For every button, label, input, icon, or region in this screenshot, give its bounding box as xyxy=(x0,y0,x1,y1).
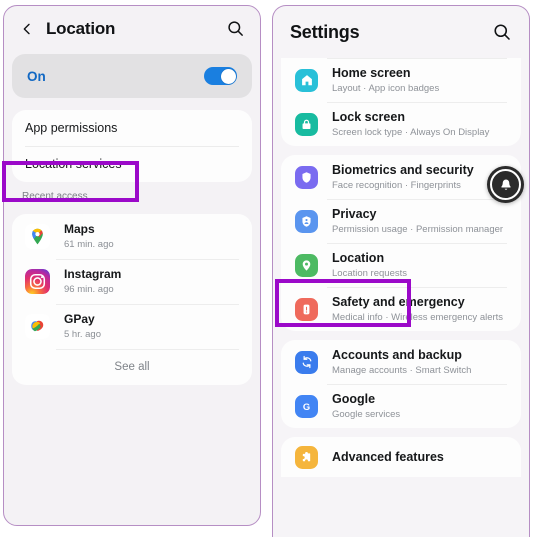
see-all-button[interactable]: See all xyxy=(12,349,252,385)
list-item[interactable]: GPay 5 hr. ago xyxy=(12,304,252,349)
setting-subtitle: Location requests xyxy=(332,268,407,280)
bell-icon xyxy=(490,169,521,200)
home-icon xyxy=(295,68,318,92)
sidebar-item-advanced-features[interactable]: Advanced features xyxy=(281,437,521,477)
settings-panel: Settings Home screen Layout · App icon b… xyxy=(272,5,530,537)
notification-bubble[interactable] xyxy=(487,166,524,203)
settings-group-accounts: Accounts and backup Manage accounts · Sm… xyxy=(281,340,521,428)
setting-subtitle: Medical info · Wireless emergency alerts xyxy=(332,312,504,324)
setting-title: Advanced features xyxy=(332,450,444,464)
sidebar-item-safety-and-emergency[interactable]: Safety and emergency Medical info · Wire… xyxy=(281,287,521,331)
sidebar-item-lock-screen[interactable]: Lock screen Screen lock type · Always On… xyxy=(281,102,521,146)
menu-item-label: App permissions xyxy=(25,121,118,135)
setting-subtitle: Permission usage · Permission manager xyxy=(332,224,504,236)
search-icon[interactable] xyxy=(492,22,512,42)
setting-subtitle: Google services xyxy=(332,409,401,421)
setting-subtitle: Screen lock type · Always On Display xyxy=(332,127,490,139)
gpay-icon xyxy=(25,314,50,339)
sidebar-item-accounts-and-backup[interactable]: Accounts and backup Manage accounts · Sm… xyxy=(281,340,521,384)
setting-title: Google xyxy=(332,391,376,406)
menu-item-label: Location services xyxy=(25,157,122,171)
app-name: Maps xyxy=(64,222,95,237)
instagram-icon xyxy=(25,269,50,294)
location-settings-panel: Location On App permissions Location ser… xyxy=(3,5,261,526)
screenshot-stage: Location On App permissions Location ser… xyxy=(0,0,536,537)
recent-access-group: Maps 61 min. ago Instagram 96 min. ago G… xyxy=(12,214,252,385)
location-pin-icon xyxy=(295,253,318,277)
settings-group-display: Home screen Layout · App icon badges Loc… xyxy=(281,58,521,146)
app-timestamp: 5 hr. ago xyxy=(64,329,101,341)
app-name: Instagram xyxy=(64,267,122,282)
sidebar-item-google[interactable]: G Google Google services xyxy=(281,384,521,428)
location-state-label: On xyxy=(27,68,46,84)
setting-title: Accounts and backup xyxy=(332,347,462,362)
location-master-toggle-card[interactable]: On xyxy=(12,54,252,98)
google-g-icon: G xyxy=(295,394,318,418)
sidebar-item-biometrics-and-security[interactable]: Biometrics and security Face recognition… xyxy=(281,155,521,199)
sidebar-item-location[interactable]: Location Location requests xyxy=(281,243,521,287)
setting-subtitle: Manage accounts · Smart Switch xyxy=(332,365,472,377)
advanced-features-icon xyxy=(295,445,318,469)
setting-title: Privacy xyxy=(332,206,377,221)
list-item[interactable]: Maps 61 min. ago xyxy=(12,214,252,259)
sync-accounts-icon xyxy=(295,350,318,374)
setting-title: Location xyxy=(332,250,385,265)
privacy-person-shield-icon xyxy=(295,209,318,233)
shield-icon xyxy=(295,165,318,189)
app-name: GPay xyxy=(64,312,95,327)
setting-title: Home screen xyxy=(332,65,411,80)
recent-access-label: Recent access xyxy=(22,191,88,202)
google-maps-icon xyxy=(25,224,50,249)
menu-item-app-permissions[interactable]: App permissions xyxy=(12,110,252,146)
setting-title: Lock screen xyxy=(332,109,405,124)
sidebar-item-home-screen[interactable]: Home screen Layout · App icon badges xyxy=(281,58,521,102)
list-item[interactable]: Instagram 96 min. ago xyxy=(12,259,252,304)
settings-header: Settings xyxy=(273,6,529,58)
page-title: Settings xyxy=(290,21,360,42)
setting-subtitle: Face recognition · Fingerprints xyxy=(332,180,461,192)
settings-group-advanced: Advanced features xyxy=(281,437,521,477)
emergency-alert-icon xyxy=(295,297,318,321)
location-toggle-switch[interactable] xyxy=(204,67,237,85)
app-timestamp: 61 min. ago xyxy=(64,239,114,251)
setting-title: Biometrics and security xyxy=(332,162,474,177)
lock-icon xyxy=(295,112,318,136)
search-icon[interactable] xyxy=(226,19,246,39)
setting-title: Safety and emergency xyxy=(332,294,465,309)
sidebar-item-privacy[interactable]: Privacy Permission usage · Permission ma… xyxy=(281,199,521,243)
svg-text:G: G xyxy=(303,402,310,412)
chevron-left-icon[interactable] xyxy=(18,20,36,38)
location-header: Location xyxy=(4,6,260,52)
menu-item-location-services[interactable]: Location services xyxy=(12,146,252,182)
setting-subtitle: Layout · App icon badges xyxy=(332,83,440,95)
settings-group-security: Biometrics and security Face recognition… xyxy=(281,155,521,331)
page-title: Location xyxy=(46,19,116,38)
location-menu-group: App permissions Location services xyxy=(12,110,252,182)
app-timestamp: 96 min. ago xyxy=(64,284,114,296)
